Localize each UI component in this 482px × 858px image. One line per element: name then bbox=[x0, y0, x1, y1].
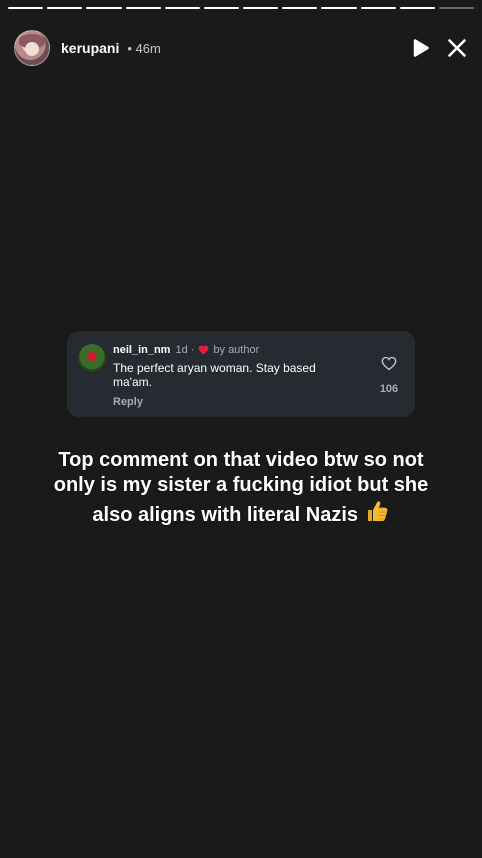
like-count: 106 bbox=[379, 383, 399, 395]
commenter-avatar[interactable] bbox=[78, 344, 106, 372]
progress-segment bbox=[164, 7, 200, 9]
heart-icon bbox=[198, 345, 209, 355]
comment-text: The perfect aryan woman. Stay based ma'a… bbox=[113, 361, 316, 389]
progress-segment-fill bbox=[86, 7, 122, 9]
progress-segment bbox=[203, 7, 240, 9]
post-time: • 46m bbox=[127, 40, 161, 56]
progress-segment bbox=[47, 7, 83, 9]
progress-segment bbox=[8, 7, 44, 9]
progress-segment bbox=[282, 7, 318, 9]
comment-header: neil_in_nm 1d · by author bbox=[113, 344, 259, 356]
thumbs-up-icon bbox=[364, 498, 390, 531]
progress-segment bbox=[321, 7, 357, 9]
username[interactable]: kerupani bbox=[61, 40, 119, 56]
progress-segment bbox=[243, 7, 279, 9]
progress-segment-fill bbox=[164, 7, 200, 9]
progress-segment-fill bbox=[321, 7, 357, 9]
reply-button[interactable]: Reply bbox=[113, 396, 143, 408]
comment-age: 1d bbox=[175, 344, 188, 356]
by-author-label: by author bbox=[213, 344, 260, 356]
progress-segment bbox=[399, 7, 435, 9]
progress-segment-fill bbox=[47, 7, 83, 9]
progress-segment-fill bbox=[203, 7, 240, 9]
progress-segment bbox=[86, 7, 122, 9]
separator-dot: · bbox=[190, 344, 195, 356]
story-progress-bar bbox=[8, 7, 475, 9]
progress-segment bbox=[360, 7, 396, 9]
progress-segment-fill bbox=[243, 7, 279, 9]
progress-segment-fill bbox=[8, 7, 44, 9]
progress-segment-fill bbox=[282, 7, 318, 9]
play-icon[interactable] bbox=[410, 37, 432, 59]
avatar-face bbox=[25, 42, 39, 56]
story-caption: Top comment on that video btw so not onl… bbox=[36, 448, 446, 531]
progress-segment bbox=[125, 7, 161, 9]
like-button[interactable]: 106 bbox=[379, 356, 399, 395]
progress-segment-fill bbox=[360, 7, 396, 9]
story-header: kerupani • 46m bbox=[14, 30, 468, 66]
close-icon[interactable] bbox=[446, 37, 468, 59]
story-viewer: kerupani • 46m neil_in_nm 1d · by author… bbox=[0, 0, 482, 858]
progress-segment bbox=[438, 7, 475, 9]
comment-card: neil_in_nm 1d · by author The perfect ar… bbox=[67, 331, 415, 417]
progress-segment-fill bbox=[399, 7, 435, 9]
commenter-username[interactable]: neil_in_nm bbox=[113, 344, 170, 356]
header-actions bbox=[410, 37, 468, 59]
progress-segment-fill bbox=[125, 7, 161, 9]
avatar[interactable] bbox=[14, 30, 50, 66]
like-heart-outline-icon[interactable] bbox=[381, 356, 397, 376]
